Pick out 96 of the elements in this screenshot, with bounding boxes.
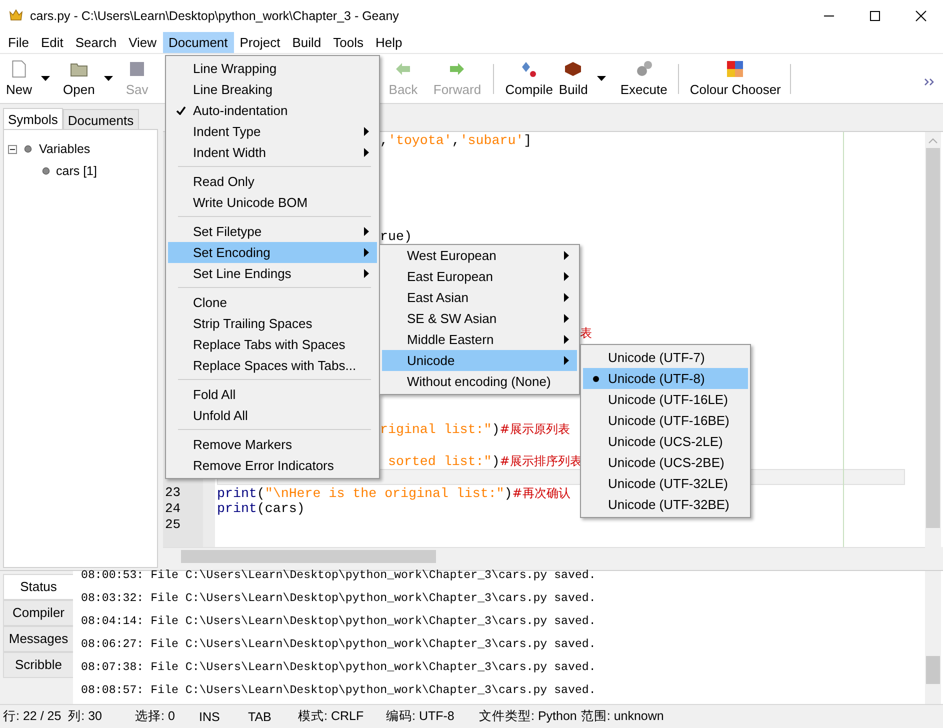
scrollbar[interactable] [925,132,941,547]
menu-item[interactable]: Help [370,32,408,53]
log-line: 08:03:32: File C:\Users\Learn\Desktop\python_work\Chapter_3\cars.py saved. [81,591,597,607]
toolbar-button[interactable]: Colour Chooser [686,54,784,97]
colour-palette-icon [726,60,744,78]
menu-item[interactable]: Set Encoding [168,242,377,263]
menu-item[interactable]: Unfold All [168,405,377,426]
status-text: 范围: unknown [580,708,665,725]
menu-item[interactable]: West European [382,245,577,266]
compile-icon [520,60,538,78]
code-line: 表 [580,325,592,342]
menu-item[interactable]: Unicode (UTF-16BE) [583,410,748,431]
toolbar-button[interactable]: New [3,54,36,97]
menu-item[interactable]: SE & SW Asian [382,308,577,329]
menu-item[interactable]: Clone [168,292,377,313]
panel-tab[interactable]: Scribble [3,652,73,678]
bullet-icon [42,167,50,175]
menu-item[interactable]: Auto-indentation [168,100,377,121]
menu-item[interactable]: Replace Tabs with Spaces [168,334,377,355]
toolbar-button[interactable]: Open [60,54,98,97]
menu-item[interactable]: Unicode [382,350,577,371]
dropdown-arrow-icon[interactable] [41,76,50,81]
code-line: print("\nHere is the original list:")#再次确认 [217,485,570,502]
menu-item[interactable]: Unicode (UTF-7) [583,347,748,368]
menu-item[interactable]: Without encoding (None) [382,371,577,392]
menu-item[interactable]: Fold All [168,384,377,405]
menu-item[interactable]: Strip Trailing Spaces [168,313,377,334]
log-line: 08:06:27: File C:\Users\Learn\Desktop\python_work\Chapter_3\cars.py saved. [81,637,597,653]
maximize-icon[interactable] [869,10,881,22]
log-line: 08:04:14: File C:\Users\Learn\Desktop\python_work\Chapter_3\cars.py saved. [81,614,597,630]
menu-item[interactable]: Write Unicode BOM [168,192,377,213]
brick-icon [563,60,584,78]
menu-item[interactable]: Unicode (UTF-32LE) [583,473,748,494]
menu-item[interactable]: East Asian [382,287,577,308]
menu-item[interactable]: Project [234,32,286,53]
status-text: 选择: 0 [135,708,176,725]
menu-item[interactable]: East European [382,266,577,287]
line-number: 24 [165,501,181,516]
log-line: 08:00:53: File C:\Users\Learn\Desktop\python_work\Chapter_3\cars.py saved. [81,568,597,584]
tree-item[interactable]: cars [1] [56,164,97,178]
menu-item[interactable]: Document [162,32,234,53]
code-line: ,'toyota','subaru'] [380,133,532,149]
menu-item[interactable]: Replace Spaces with Tabs... [168,355,377,376]
code-line: rue) [380,229,412,245]
dropdown-arrow-icon[interactable] [104,76,113,81]
menu-item[interactable]: Search [69,32,123,53]
toolbar-button[interactable]: Compile [502,54,556,97]
scrollbar[interactable] [925,571,941,704]
window-title: cars.py - C:\Users\Learn\Desktop\python_work\Chapter_3 - Geany [30,9,399,23]
menu-item[interactable]: Set Filetype [168,221,377,242]
document-icon [11,60,27,78]
close-icon[interactable] [915,10,927,22]
menu-item[interactable]: Edit [34,32,70,53]
status-text: 文件类型: Python [479,708,577,725]
log-line: 08:07:38: File C:\Users\Learn\Desktop\python_work\Chapter_3\cars.py saved. [81,660,597,676]
panel-tab[interactable]: Compiler [3,600,73,626]
line-number: 23 [165,485,181,500]
menu-item[interactable]: File [2,32,35,53]
log-line: 08:08:57: File C:\Users\Learn\Desktop\python_work\Chapter_3\cars.py saved. [81,683,597,699]
menu-item[interactable]: Unicode (UTF-8) [583,368,748,389]
bullet-icon [24,145,32,153]
menu-item[interactable]: Line Breaking [168,79,377,100]
dropdown-arrow-icon[interactable] [596,76,606,81]
collapse-toggle-icon[interactable] [8,144,17,154]
tree-item[interactable]: Variables [39,142,90,156]
app-icon [8,9,24,23]
menu-item[interactable]: Line Wrapping [168,58,377,79]
status-text: 行: 22 / 25 列: 30 [3,708,103,725]
sidebar-tab[interactable]: Documents [62,109,139,129]
toolbar-button[interactable]: Build [556,54,591,97]
sidebar-tab[interactable]: Symbols [3,108,63,129]
status-text: INS [199,710,221,724]
code-line: print(cars) [217,501,305,517]
panel-tab[interactable]: Status [3,574,73,600]
line-number: 25 [165,517,181,532]
menu-item[interactable]: Indent Width [168,142,377,163]
menu-item[interactable]: Read Only [168,171,377,192]
menu-item[interactable]: Build [286,32,328,53]
menu-item[interactable]: Unicode (UCS-2LE) [583,431,748,452]
toolbar-button[interactable]: Execute [616,54,672,97]
panel-tab[interactable]: Messages [3,626,73,652]
menu-item[interactable]: Remove Error Indicators [168,455,377,476]
menu-item[interactable]: View [122,32,163,53]
right-arrow-icon [449,60,466,78]
menu-item[interactable]: Set Line Endings [168,263,377,284]
overflow-chevron-icon[interactable] [924,78,935,86]
status-text: 模式: CRLF [298,708,365,725]
menu-item[interactable]: Remove Markers [168,434,377,455]
status-text: 编码: UTF-8 [386,708,456,725]
menu-item[interactable]: Unicode (UTF-32BE) [583,494,748,515]
menu-item[interactable]: Middle Eastern [382,329,577,350]
menu-item[interactable]: Tools [327,32,370,53]
status-text: TAB [248,710,272,724]
menu-item[interactable]: Unicode (UCS-2BE) [583,452,748,473]
code-line: riginal list:")#展示原列表 [380,421,570,438]
menu-item[interactable]: Unicode (UTF-16LE) [583,389,748,410]
